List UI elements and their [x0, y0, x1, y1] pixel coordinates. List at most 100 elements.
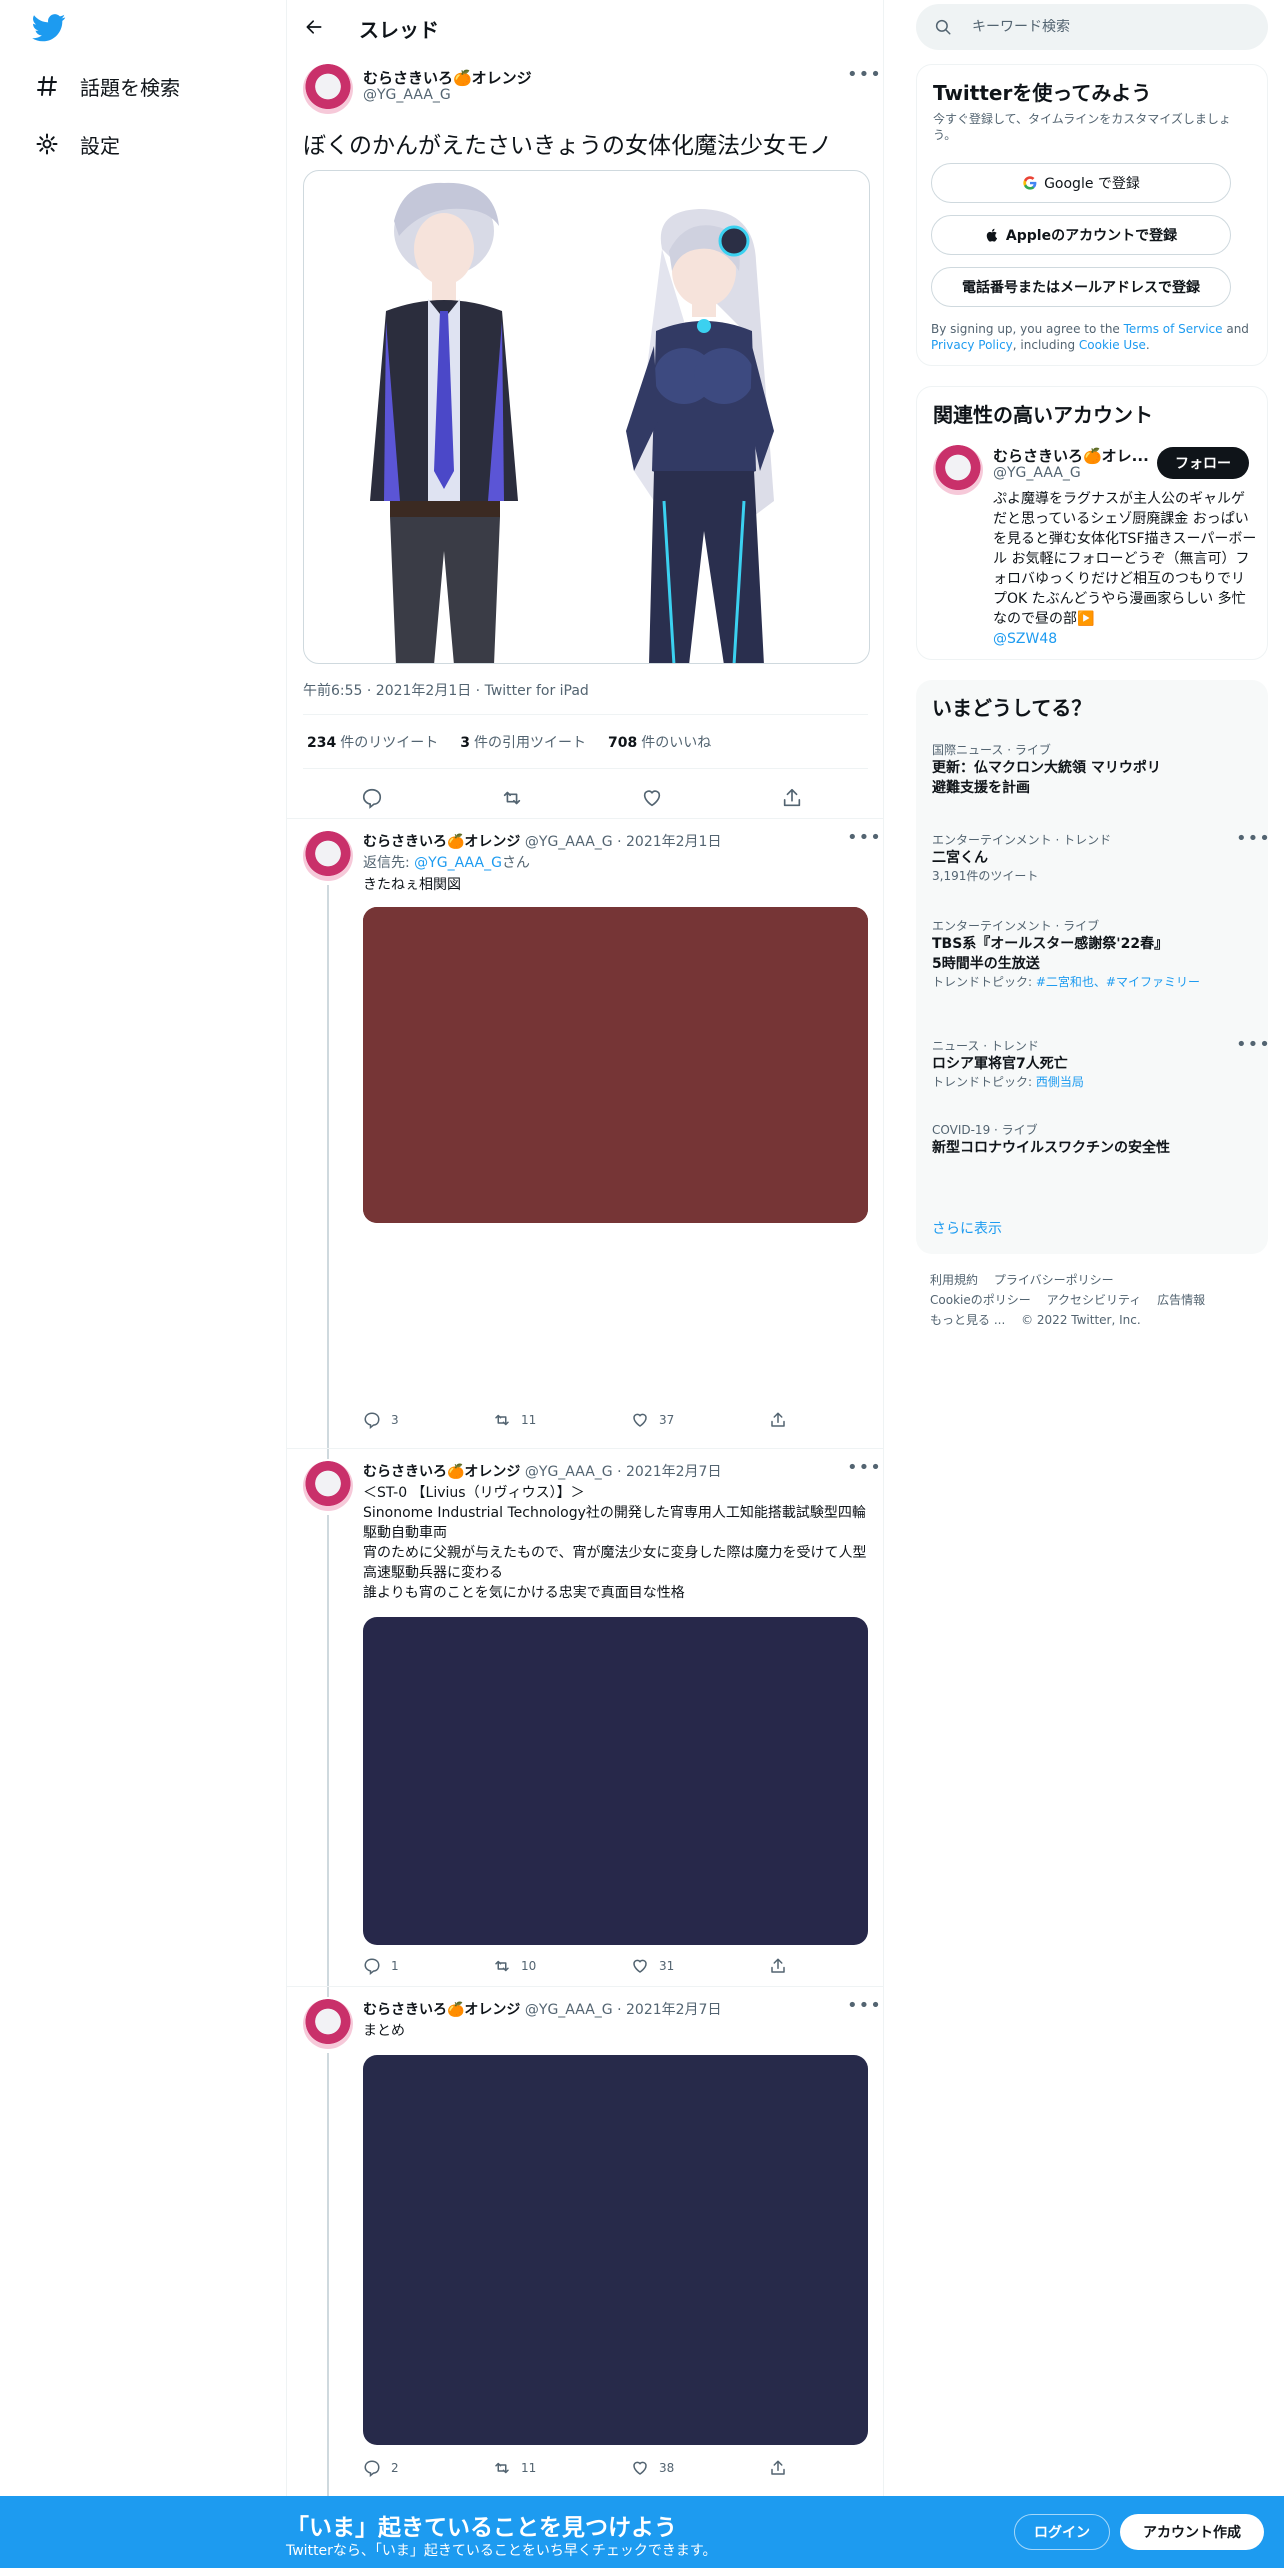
- search-box[interactable]: [916, 4, 1268, 50]
- reply-to-suffix: さん: [501, 855, 530, 871]
- cookie-use-link[interactable]: Cookie Use: [1079, 338, 1146, 352]
- more-options-icon[interactable]: •••: [847, 1459, 882, 1477]
- retweet-action[interactable]: 10: [493, 1957, 536, 1975]
- login-button[interactable]: ログイン: [1014, 2514, 1110, 2550]
- footer-link[interactable]: プライバシーポリシー: [994, 1273, 1114, 1287]
- trend-item[interactable]: 国際ニュース · ライブ 更新：仏マクロン大統領 マリウポリ避難支援を計画: [932, 742, 1252, 798]
- more-options-icon[interactable]: •••: [1236, 830, 1271, 848]
- author-handle[interactable]: @YG_AAA_G: [363, 87, 451, 103]
- reply-tweet[interactable]: むらさきいろ🍊オレンジ @YG_AAA_G · 2021年2月1日 ••• 返信…: [287, 818, 883, 1449]
- trend-item[interactable]: エンターテインメント · トレンド 二宮くん 3,191件のツイート •••: [932, 830, 1270, 884]
- tweet-stats: 234 件のリツイート 3 件の引用ツイート 708 件のいいね: [307, 732, 711, 752]
- signup-card: Twitterを使ってみよう 今すぐ登録して、タイムラインをカスタマイズしましょ…: [916, 64, 1268, 366]
- author-handle[interactable]: @YG_AAA_G: [525, 2002, 613, 2018]
- bio-link[interactable]: @SZW48: [993, 631, 1057, 647]
- nav-explore[interactable]: 話題を検索: [34, 66, 180, 106]
- reply-action[interactable]: 3: [363, 1411, 399, 1429]
- tweet-header: むらさきいろ🍊オレンジ @YG_AAA_G · 2021年2月7日: [363, 1461, 721, 1481]
- signup-banner: 「いま」起きていることを見つけよう Twitterなら、「いま」起きていることを…: [0, 2496, 1284, 2568]
- divider: [303, 714, 868, 715]
- heart-icon: [633, 1959, 647, 1973]
- trend-item[interactable]: ニュース · トレンド ロシア軍将官7人死亡 トレンドトピック: 西側当局 ••…: [932, 1036, 1270, 1090]
- retweet-stat[interactable]: 234 件のリツイート: [307, 732, 438, 752]
- more-options-icon[interactable]: •••: [847, 1997, 882, 2015]
- tweet-image[interactable]: [363, 1617, 868, 1945]
- heart-icon[interactable]: [639, 785, 665, 811]
- tweet-image[interactable]: [363, 2055, 868, 2445]
- nav-settings[interactable]: 設定: [34, 124, 120, 164]
- google-signup-button[interactable]: Google で登録: [931, 163, 1231, 203]
- signup-terms: By signing up, you agree to the Terms of…: [931, 321, 1251, 353]
- trend-topic-links[interactable]: 西側当局: [1036, 1075, 1084, 1089]
- reply-count: 1: [391, 1959, 399, 1973]
- like-action[interactable]: 37: [631, 1411, 674, 1429]
- arrow-left-icon[interactable]: [301, 14, 327, 40]
- like-action[interactable]: 38: [631, 2459, 674, 2477]
- share-icon: [771, 1412, 785, 1427]
- reply-to-link[interactable]: @YG_AAA_G: [414, 855, 502, 871]
- share-icon: [771, 1958, 785, 1973]
- like-action[interactable]: 31: [631, 1957, 674, 1975]
- share-action[interactable]: [769, 1957, 787, 1975]
- avatar[interactable]: [303, 64, 353, 114]
- reply-icon: [364, 1412, 380, 1429]
- trend-item[interactable]: COVID-19 · ライブ 新型コロナウイルスワクチンの安全性: [932, 1122, 1252, 1158]
- trend-item[interactable]: エンターテインメント · ライブ TBS系『オールスター感謝祭'22春』5時間半…: [932, 918, 1252, 990]
- share-action[interactable]: [769, 1411, 787, 1429]
- like-stat[interactable]: 708 件のいいね: [608, 732, 711, 752]
- reply-tweet[interactable]: むらさきいろ🍊オレンジ @YG_AAA_G · 2021年2月7日 ••• まと…: [287, 1986, 883, 2497]
- author-name[interactable]: むらさきいろ🍊オレンジ: [363, 67, 532, 88]
- trend-topic-links[interactable]: #二宮和也、#マイファミリー: [1036, 975, 1200, 989]
- left-nav: 話題を検索 設定: [0, 0, 286, 2568]
- tweet-image[interactable]: [303, 170, 870, 664]
- author-handle[interactable]: @YG_AAA_G: [525, 1464, 613, 1480]
- related-account-name[interactable]: むらさきいろ🍊オレ...: [993, 445, 1153, 466]
- privacy-policy-link[interactable]: Privacy Policy: [931, 338, 1013, 352]
- author-name[interactable]: むらさきいろ🍊オレンジ: [363, 1464, 520, 1480]
- quote-stat[interactable]: 3 件の引用ツイート: [460, 732, 586, 752]
- tweet-timestamp[interactable]: 午前6:55 · 2021年2月1日 · Twitter for iPad: [303, 680, 589, 700]
- author-handle[interactable]: @YG_AAA_G: [525, 834, 613, 850]
- phone-email-signup-button[interactable]: 電話番号またはメールアドレスで登録: [931, 267, 1231, 307]
- more-options-icon[interactable]: •••: [847, 66, 882, 84]
- reply-tweet[interactable]: むらさきいろ🍊オレンジ @YG_AAA_G · 2021年2月7日 ••• ＜S…: [287, 1448, 883, 1987]
- tweet-date[interactable]: · 2021年2月1日: [617, 834, 721, 850]
- related-account-handle[interactable]: @YG_AAA_G: [993, 465, 1081, 481]
- search-input[interactable]: [972, 19, 1252, 35]
- twitter-bird-icon[interactable]: [32, 14, 66, 44]
- create-account-button[interactable]: アカウント作成: [1120, 2514, 1264, 2550]
- page-title: スレッド: [359, 18, 439, 42]
- tweet-date[interactable]: · 2021年2月7日: [617, 2002, 721, 2018]
- reply-action[interactable]: 1: [363, 1957, 399, 1975]
- follow-button[interactable]: フォロー: [1157, 447, 1249, 479]
- reply-icon[interactable]: [359, 785, 385, 811]
- retweet-icon[interactable]: [499, 785, 525, 811]
- author-name[interactable]: むらさきいろ🍊オレンジ: [363, 2002, 520, 2018]
- footer-link[interactable]: アクセシビリティ: [1047, 1293, 1142, 1307]
- copyright: © 2022 Twitter, Inc.: [1021, 1313, 1141, 1327]
- more-options-icon[interactable]: •••: [847, 829, 882, 847]
- tweet-date[interactable]: · 2021年2月7日: [617, 1464, 721, 1480]
- retweet-action[interactable]: 11: [493, 1411, 536, 1429]
- share-action[interactable]: [769, 2459, 787, 2477]
- search-icon: [934, 17, 954, 37]
- retweet-action[interactable]: 11: [493, 2459, 536, 2477]
- author-name[interactable]: むらさきいろ🍊オレンジ: [363, 834, 520, 850]
- show-more-link[interactable]: さらに表示: [932, 1218, 1002, 1238]
- footer-link[interactable]: もっと見る ...: [930, 1313, 1005, 1327]
- reply-action[interactable]: 2: [363, 2459, 399, 2477]
- share-icon[interactable]: [779, 785, 805, 811]
- like-count: 31: [659, 1959, 675, 1973]
- terms-of-service-link[interactable]: Terms of Service: [1124, 322, 1223, 336]
- more-options-icon[interactable]: •••: [1236, 1036, 1271, 1054]
- like-stat-label: 件のいいね: [641, 735, 712, 751]
- footer-link[interactable]: Cookieのポリシー: [930, 1293, 1031, 1307]
- footer-link[interactable]: 利用規約: [930, 1273, 978, 1287]
- footer-link[interactable]: 広告情報: [1157, 1293, 1205, 1307]
- avatar[interactable]: [303, 1999, 353, 2049]
- avatar[interactable]: [933, 445, 983, 495]
- avatar[interactable]: [303, 831, 353, 881]
- trend-name: 更新：仏マクロン大統領 マリウポリ避難支援を計画: [932, 760, 1161, 796]
- avatar[interactable]: [303, 1461, 353, 1511]
- apple-signup-button[interactable]: Appleのアカウントで登録: [931, 215, 1231, 255]
